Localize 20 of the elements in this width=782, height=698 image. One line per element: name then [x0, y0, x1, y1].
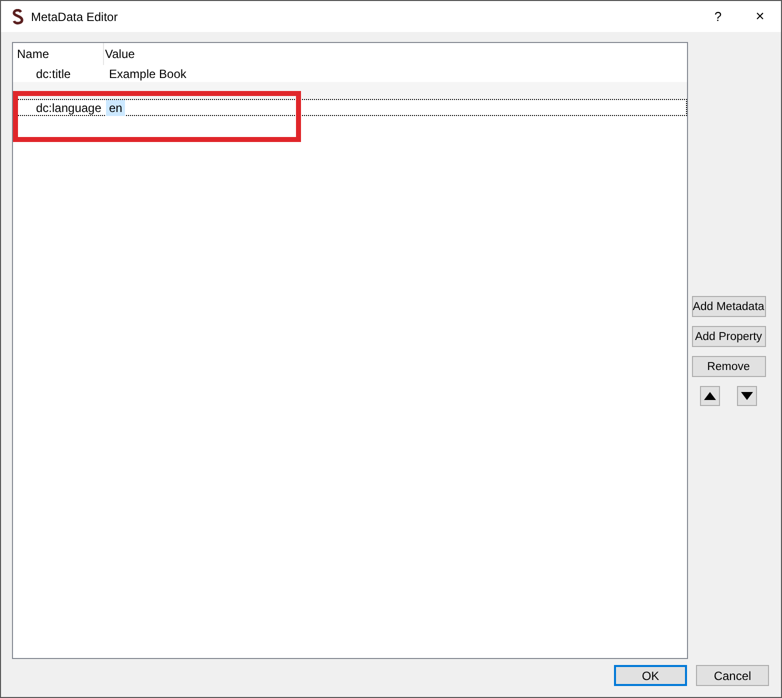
- side-button[interactable]: Add Property: [692, 326, 766, 347]
- help-button[interactable]: ?: [697, 9, 739, 24]
- column-header[interactable]: Name: [13, 43, 104, 65]
- name-cell: dc:title: [36, 66, 71, 80]
- app-logo-icon: [12, 8, 24, 24]
- name-cell: dc:language: [36, 100, 102, 114]
- column-header[interactable]: Value: [104, 43, 135, 65]
- up-triangle-icon: [704, 392, 716, 400]
- tree-row[interactable]: dc:title Example Book: [13, 65, 687, 82]
- window-title: MetaData Editor: [31, 10, 119, 24]
- close-button[interactable]: ×: [739, 8, 781, 25]
- move-up-button[interactable]: [700, 386, 720, 406]
- value-cell-text: Example Book: [108, 66, 188, 82]
- move-down-button[interactable]: [737, 386, 757, 406]
- dialog-button[interactable]: Cancel: [696, 665, 769, 686]
- value-cell: en: [106, 100, 126, 116]
- side-button[interactable]: Remove: [692, 356, 766, 377]
- dialog-button[interactable]: OK: [614, 665, 687, 686]
- down-triangle-icon: [741, 392, 753, 400]
- side-button[interactable]: Add Metadata: [692, 296, 766, 317]
